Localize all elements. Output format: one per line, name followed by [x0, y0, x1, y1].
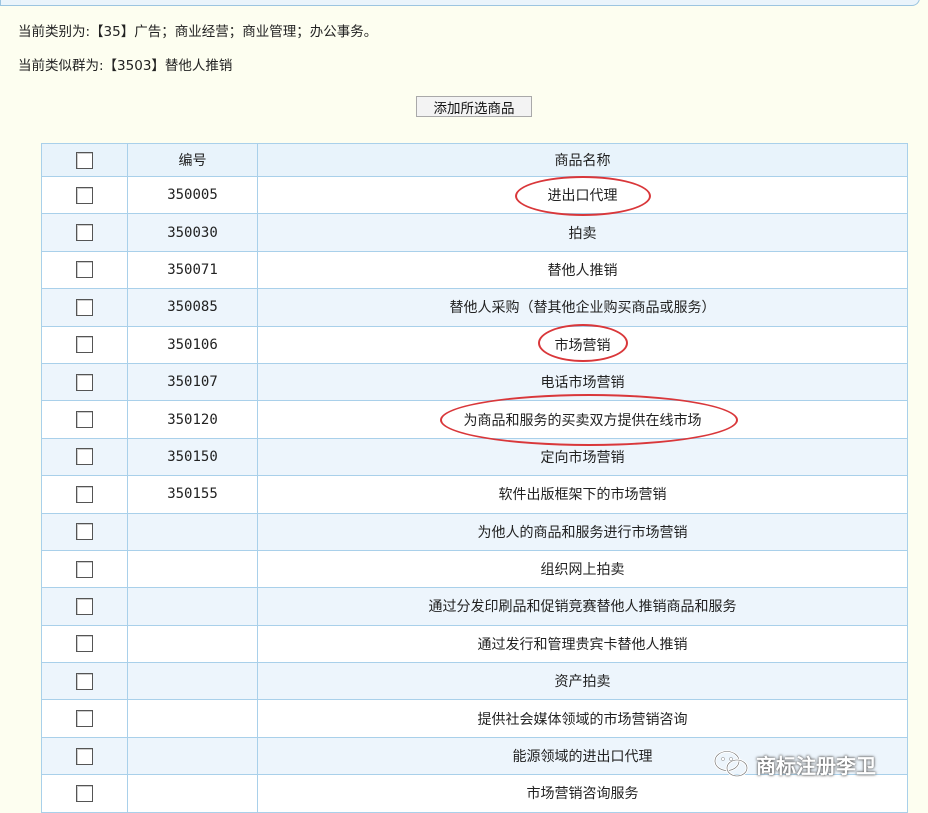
table-row: 350106 市场营销 [41, 325, 908, 364]
row-checkbox[interactable] [76, 635, 93, 653]
select-cell [41, 250, 128, 290]
goods-name: 为他人的商品和服务进行市场营销 [257, 512, 908, 551]
row-checkbox[interactable] [76, 672, 93, 690]
row-checkbox[interactable] [76, 448, 93, 466]
current-category-text: 当前类别为:【35】广告；商业经营；商业管理；办公事务。 [18, 24, 378, 40]
watermark-text: 商标注册李卫 [756, 753, 876, 778]
goods-name: 进出口代理 [257, 175, 908, 215]
goods-name: 电话市场营销 [257, 362, 908, 402]
goods-code: 350071 [127, 250, 258, 290]
table-row: 提供社会媒体领域的市场营销咨询 [41, 699, 908, 738]
table-row: 350071 替他人推销 [41, 250, 908, 290]
select-cell [41, 362, 128, 402]
column-header-code: 编号 [127, 143, 258, 177]
goods-code: 350120 [127, 400, 258, 439]
table-row: 通过发行和管理贵宾卡替他人推销 [41, 624, 908, 664]
row-checkbox[interactable] [76, 298, 93, 316]
row-checkbox[interactable] [76, 485, 93, 503]
select-all-cell [41, 143, 128, 177]
table-row: 为他人的商品和服务进行市场营销 [41, 512, 908, 551]
select-cell [41, 624, 128, 664]
select-cell [41, 437, 128, 477]
table-row: 资产拍卖 [41, 662, 908, 701]
table-row: 350120 为商品和服务的买卖双方提供在线市场 [41, 400, 908, 439]
goods-code [127, 549, 258, 589]
select-cell [41, 512, 128, 551]
table-row: 组织网上拍卖 [41, 549, 908, 589]
select-cell [41, 736, 128, 776]
select-cell [41, 400, 128, 439]
select-cell [41, 475, 128, 514]
table-row: 350030 拍卖 [41, 213, 908, 252]
row-checkbox[interactable] [76, 784, 93, 802]
goods-code [127, 512, 258, 551]
goods-code [127, 774, 258, 813]
goods-name: 市场营销 [257, 325, 908, 364]
row-checkbox[interactable] [76, 560, 93, 578]
select-cell [41, 175, 128, 215]
goods-code: 350005 [127, 175, 258, 215]
goods-code: 350106 [127, 325, 258, 364]
goods-name: 替他人推销 [257, 250, 908, 290]
goods-name: 市场营销咨询服务 [257, 774, 908, 813]
table-row: 市场营销咨询服务 [41, 774, 908, 813]
add-selected-goods-button[interactable]: 添加所选商品 [416, 96, 532, 117]
goods-code: 350155 [127, 475, 258, 514]
goods-code [127, 662, 258, 701]
goods-name: 组织网上拍卖 [257, 549, 908, 589]
table-row: 350150 定向市场营销 [41, 437, 908, 477]
select-cell [41, 587, 128, 626]
table-header-row: 编号 商品名称 [41, 143, 908, 177]
goods-name: 通过分发印刷品和促销竞赛替他人推销商品和服务 [257, 587, 908, 626]
goods-code [127, 699, 258, 738]
goods-name: 为商品和服务的买卖双方提供在线市场 [257, 400, 908, 439]
select-cell [41, 325, 128, 364]
row-checkbox[interactable] [76, 710, 93, 728]
goods-name: 定向市场营销 [257, 437, 908, 477]
select-cell [41, 774, 128, 813]
row-checkbox[interactable] [76, 373, 93, 391]
row-checkbox[interactable] [76, 261, 93, 279]
select-cell [41, 662, 128, 701]
select-cell [41, 213, 128, 252]
goods-name: 拍卖 [257, 213, 908, 252]
select-cell [41, 699, 128, 738]
row-checkbox[interactable] [76, 597, 93, 615]
goods-name: 软件出版框架下的市场营销 [257, 475, 908, 514]
goods-code: 350030 [127, 213, 258, 252]
column-header-name: 商品名称 [257, 143, 908, 177]
table-row: 350085 替他人采购（替其他企业购买商品或服务） [41, 288, 908, 327]
goods-table: 编号 商品名称 350005 进出口代理 350030 拍卖 350071 替他人推销 35… [41, 143, 908, 813]
goods-code: 350150 [127, 437, 258, 477]
top-panel-border [0, 0, 920, 6]
goods-name: 提供社会媒体领域的市场营销咨询 [257, 699, 908, 738]
watermark: 商标注册李卫 [712, 748, 876, 780]
row-checkbox[interactable] [76, 336, 93, 354]
table-row: 350005 进出口代理 [41, 175, 908, 215]
goods-code [127, 736, 258, 776]
row-checkbox[interactable] [76, 411, 93, 429]
goods-code: 350085 [127, 288, 258, 327]
row-checkbox[interactable] [76, 747, 93, 765]
row-checkbox[interactable] [76, 224, 93, 242]
select-cell [41, 549, 128, 589]
wechat-icon [713, 750, 749, 778]
goods-code [127, 624, 258, 664]
row-checkbox[interactable] [76, 523, 93, 541]
current-group-text: 当前类似群为:【3503】替他人推销 [18, 58, 233, 74]
row-checkbox[interactable] [76, 186, 93, 204]
goods-name: 替他人采购（替其他企业购买商品或服务） [257, 288, 908, 327]
goods-code [127, 587, 258, 626]
table-row: 350155 软件出版框架下的市场营销 [41, 475, 908, 514]
goods-code: 350107 [127, 362, 258, 402]
select-all-checkbox[interactable] [76, 151, 93, 169]
goods-name: 通过发行和管理贵宾卡替他人推销 [257, 624, 908, 664]
select-cell [41, 288, 128, 327]
table-row: 350107 电话市场营销 [41, 362, 908, 402]
goods-name: 资产拍卖 [257, 662, 908, 701]
table-row: 通过分发印刷品和促销竞赛替他人推销商品和服务 [41, 587, 908, 626]
